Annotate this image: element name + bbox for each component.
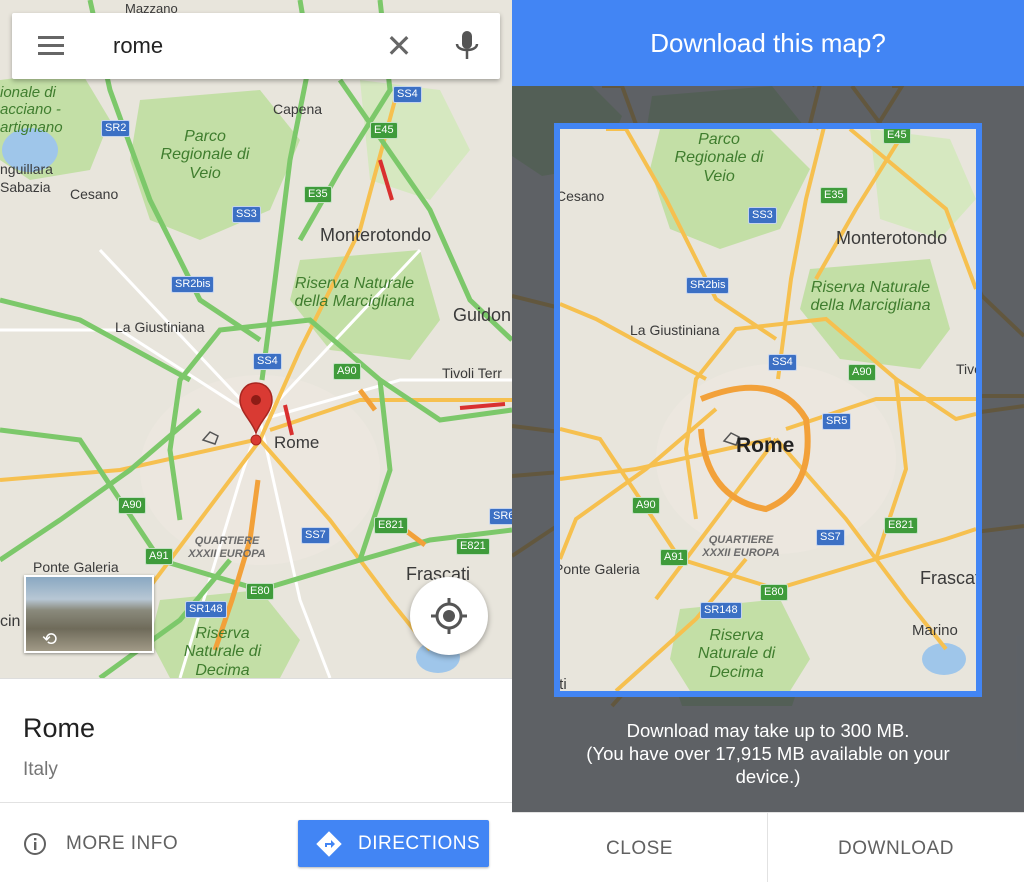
place-label: Sabazia (0, 179, 51, 195)
directions-icon (316, 830, 342, 857)
my-location-icon (431, 598, 467, 634)
park-label: Riserva Naturale di Decima (183, 625, 262, 678)
city-label: Rome (736, 434, 795, 457)
road-shield: A90 (118, 497, 146, 514)
road-shield: E80 (760, 584, 788, 601)
place-label: Frascati (920, 568, 982, 588)
road-shield: SS4 (768, 354, 797, 371)
road-shield: SR148 (700, 602, 742, 619)
road-shield: A90 (848, 364, 876, 381)
street-view-thumbnail[interactable]: ⟲ (24, 575, 154, 653)
place-label: cin (0, 613, 21, 630)
road-shield: A91 (145, 548, 173, 565)
place-label: Tivoli Terr (956, 361, 982, 377)
download-size-text: Download may take up to 300 MB. (626, 720, 910, 741)
directions-label: DIRECTIONS (358, 832, 481, 854)
park-label: Riserva Naturale della Marcigliana (294, 275, 415, 311)
place-label: Guidon (453, 305, 512, 325)
map-pin-icon[interactable] (238, 381, 274, 447)
road-shield: SR2 (101, 120, 131, 137)
place-label: La Giustiniana (630, 322, 720, 338)
park-label: Parco Regionale di Veio (160, 128, 250, 182)
place-label: nguillara (0, 161, 53, 177)
road-shield: SR148 (185, 601, 227, 618)
road-shield: SS3 (232, 206, 261, 223)
download-button[interactable]: DOWNLOAD (768, 813, 1024, 882)
download-map-preview[interactable]: Cesano Monterotondo La Giustiniana Tivol… (512, 86, 1024, 812)
road-shield: E821 (456, 538, 490, 555)
road-shield: E45 (883, 129, 911, 144)
download-area-frame[interactable]: Cesano Monterotondo La Giustiniana Tivol… (554, 123, 982, 697)
road-shield: E35 (820, 187, 848, 204)
dialog-actions: CLOSE DOWNLOAD (512, 812, 1024, 882)
park-label: Riserva Naturale di Decima (697, 627, 776, 681)
road-shield: SS7 (816, 529, 845, 546)
place-label: Cesano (70, 186, 119, 202)
more-info-label: MORE INFO (66, 833, 179, 854)
menu-icon[interactable] (38, 36, 64, 56)
place-label: Monterotondo (836, 228, 948, 248)
road-shield: A91 (660, 549, 688, 566)
map-view[interactable]: Mazzano Capena Cesano Monterotondo La Gi… (0, 0, 512, 678)
dialog-header: Download this map? (512, 0, 1024, 86)
road-shield: SS4 (393, 86, 422, 103)
road-shield: SS3 (748, 207, 777, 224)
street-view-icon: ⟲ (42, 629, 58, 649)
road-shield: SS4 (253, 353, 282, 370)
my-location-button[interactable] (410, 577, 488, 655)
park-label: Parco Regionale di Veio (674, 131, 764, 185)
search-bar[interactable]: rome ✕ (12, 13, 500, 79)
storage-available-text: (You have over 17,915 MB available on yo… (586, 743, 950, 764)
district-label: QUARTIERE XXXII EUROPA (188, 535, 266, 561)
place-subtitle: Italy (23, 759, 58, 780)
city-label: Rome (274, 433, 320, 452)
directions-button[interactable]: DIRECTIONS (298, 820, 489, 867)
park-label: ionale di acciano - artignano (0, 84, 63, 136)
place-title: Rome (23, 713, 96, 743)
place-label: La Giustiniana (115, 319, 205, 335)
place-label: Ponte Galeria (554, 561, 640, 577)
road-shield: E80 (246, 583, 274, 600)
road-shield: E35 (304, 186, 332, 203)
place-sheet[interactable]: Rome Italy (0, 678, 512, 802)
storage-available-text-cont: device.) (735, 766, 801, 787)
search-input[interactable]: rome (113, 33, 163, 59)
park-label: Riserva Naturale della Marcigliana (810, 279, 931, 315)
mic-icon[interactable] (452, 29, 482, 63)
road-shield: SS7 (301, 527, 330, 544)
road-shield: SR6 (489, 508, 512, 525)
dialog-title: Download this map? (650, 28, 886, 58)
place-actions: MORE INFO DIRECTIONS (0, 802, 512, 882)
road-shield: E45 (370, 122, 398, 139)
road-shield: SR5 (822, 413, 852, 430)
download-message: Download may take up to 300 MB. (You hav… (512, 719, 1024, 788)
place-label: Cesano (556, 188, 605, 204)
place-label: Marino (912, 622, 958, 639)
road-shield: A90 (333, 363, 361, 380)
close-button[interactable]: CLOSE (512, 813, 768, 882)
district-label: QUARTIERE XXXII EUROPA (702, 534, 780, 560)
place-label: Ponte Galeria (33, 559, 119, 575)
place-label: Monterotondo (320, 225, 432, 245)
place-view-panel: Mazzano Capena Cesano Monterotondo La Gi… (0, 0, 512, 882)
road-shield: SR2bis (686, 277, 730, 294)
place-label: Tivoli Terr (442, 365, 502, 381)
road-shield: SR2bis (171, 276, 215, 293)
road-shield: E821 (884, 517, 918, 534)
road-shield: E821 (374, 517, 408, 534)
download-dialog-panel: Download this map? Cesano Monterotondo L… (512, 0, 1024, 882)
more-info-button[interactable]: MORE INFO (23, 831, 178, 857)
info-icon (24, 833, 46, 855)
place-label: Osti (559, 676, 567, 693)
place-label: Capena (273, 101, 323, 117)
close-icon[interactable]: ✕ (384, 30, 414, 62)
road-shield: A90 (632, 497, 660, 514)
